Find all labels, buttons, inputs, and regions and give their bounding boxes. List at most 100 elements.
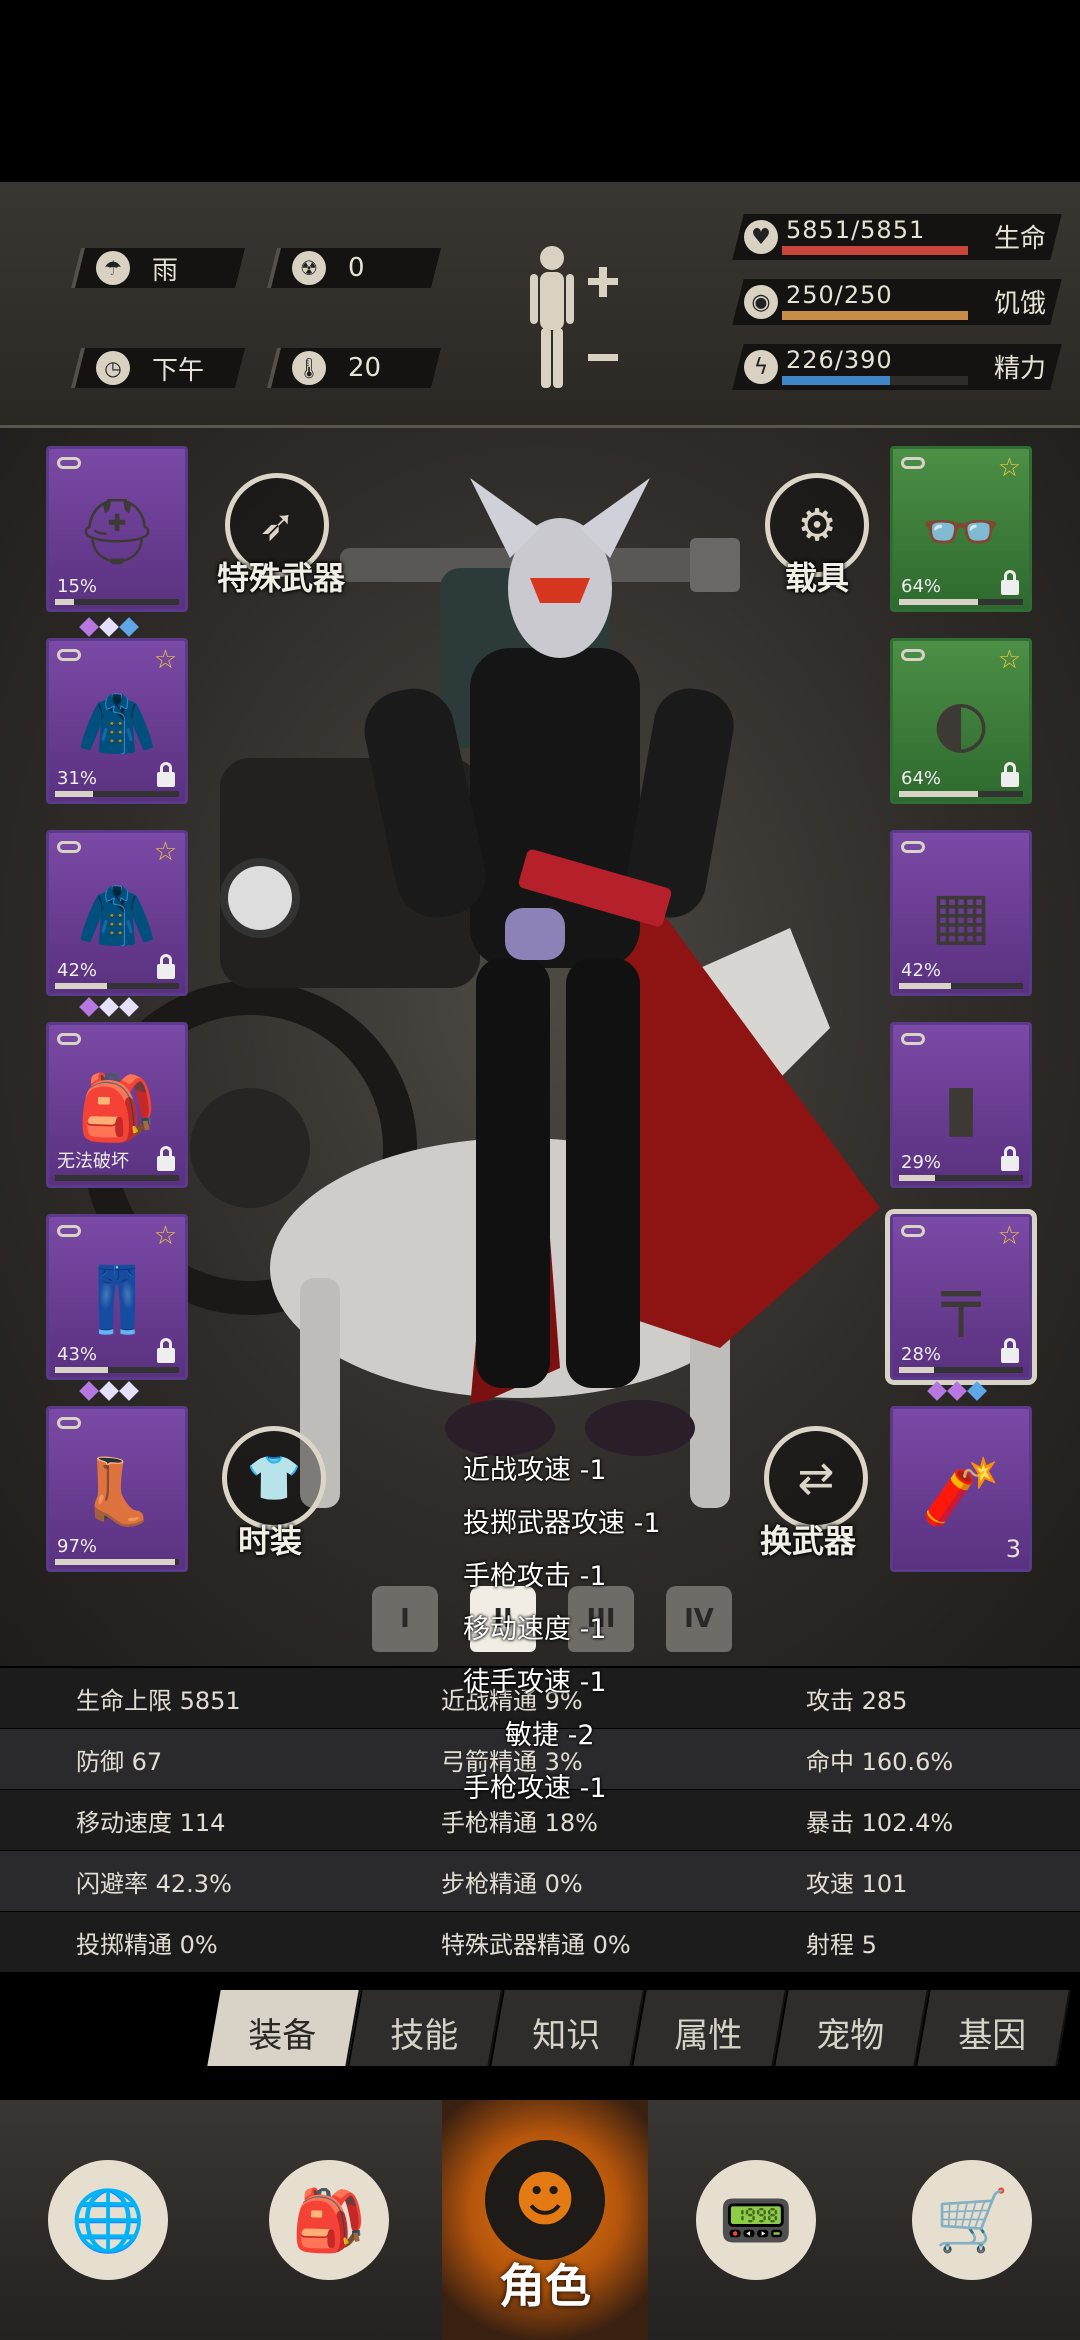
radio-icon: 📟 (696, 2160, 816, 2280)
equip-slot-boots[interactable]: 👢 97% (46, 1406, 188, 1572)
vehicle-label: 载具 (785, 559, 850, 597)
link-icon (901, 1225, 925, 1237)
vital-bar-fill (782, 246, 968, 255)
switch-weapon-button[interactable]: ⇄ (764, 1426, 868, 1530)
body-status-button[interactable] (520, 242, 630, 392)
durability-fill (899, 1175, 935, 1181)
durability-fill (899, 983, 952, 989)
outfit-tab-1[interactable]: I (372, 1586, 438, 1652)
equip-slot-coat[interactable]: ☆ 🧥 42% (46, 830, 188, 996)
debuff-text: 徒手攻速 -1 (463, 1667, 607, 1698)
thermometer-icon: 🌡 (292, 351, 326, 385)
nav-backpack-button[interactable]: 🎒 (216, 2100, 444, 2340)
vital-label: 生命 (994, 224, 1047, 254)
backpack-icon: 🎒 (77, 1071, 157, 1146)
durability-percent: 64% (901, 768, 942, 789)
durability-bar (55, 599, 179, 605)
debuff-text: 敏捷 -2 (505, 1720, 595, 1751)
stats-row: 闪避率 42.3% 步枪精通 0% 攻速 101 (0, 1851, 1080, 1911)
lock-icon (157, 1338, 175, 1363)
lock-icon (1001, 1146, 1019, 1171)
equip-slot-jacket[interactable]: ☆ 🧥 31% (46, 638, 188, 804)
shield-icon: ▮ (943, 1071, 979, 1146)
stat-cell: 暴击 102.4% (806, 1809, 954, 1837)
tab-0[interactable]: 装备 (207, 1990, 361, 2066)
durability-percent: 42% (901, 960, 942, 981)
stat-cell: 生命上限 5851 (76, 1687, 241, 1715)
pants-icon: 👖 (77, 1263, 157, 1338)
equip-slot-helmet[interactable]: ⛑ 15% (46, 446, 188, 612)
nav-character-button[interactable]: ☻ 角色 (442, 2100, 650, 2340)
durability-percent: 64% (901, 576, 942, 597)
boots-icon: 👢 (77, 1455, 157, 1530)
lock-icon (1001, 570, 1019, 595)
durability-bar (55, 1175, 179, 1181)
stat-cell: 特殊武器精通 0% (441, 1931, 631, 1959)
stat-cell: 闪避率 42.3% (76, 1870, 232, 1898)
backpack-icon: 🎒 (269, 2160, 389, 2280)
link-icon (901, 841, 925, 853)
stat-cell: 攻速 101 (806, 1870, 908, 1898)
cart-icon: 🛒 (912, 2160, 1032, 2280)
pistol-icon: ╤ (941, 1263, 981, 1338)
tab-label: 装备 (248, 2016, 317, 2056)
vital-row-1: ◉ 250/250 饥饿 (728, 279, 1062, 325)
tab-4[interactable]: 宠物 (775, 1990, 929, 2066)
vital-row-2: ϟ 226/390 精力 (728, 344, 1062, 390)
socket-gems (79, 997, 139, 1017)
gem-icon (99, 1381, 119, 1401)
nav-map-globe-button[interactable]: 🌐 (0, 2100, 218, 2340)
equip-slot-shield[interactable]: ▮ 29% (890, 1022, 1032, 1188)
gem-icon (927, 1381, 947, 1401)
link-icon (57, 841, 81, 853)
temperature-value: 20 (348, 353, 382, 383)
nav-cart-button[interactable]: 🛒 (864, 2100, 1080, 2340)
equip-slot-vest[interactable]: ▦ 42% (890, 830, 1032, 996)
outfit-tab-4[interactable]: IV (666, 1586, 732, 1652)
link-icon (901, 649, 925, 661)
nav-radio-button[interactable]: 📟 (648, 2100, 866, 2340)
durability-bar (55, 1559, 179, 1565)
tab-1[interactable]: 技能 (349, 1990, 503, 2066)
tab-2[interactable]: 知识 (491, 1990, 645, 2066)
weather-value: 雨 (152, 255, 179, 286)
durability-bar (899, 983, 1023, 989)
stat-cell: 步枪精通 0% (441, 1870, 583, 1898)
durability-bar (55, 983, 179, 989)
lock-icon (1001, 1338, 1019, 1363)
vital-label: 饥饿 (994, 289, 1047, 319)
durability-percent: 42% (57, 960, 98, 981)
equip-slot-mask[interactable]: ☆ ◐ 64% (890, 638, 1032, 804)
equip-slot-dynamite[interactable]: 🧨 3 (890, 1406, 1032, 1572)
vital-row-0: ♥ 5851/5851 生命 (728, 214, 1062, 260)
durability-fill (899, 599, 979, 605)
item-count: 3 (1005, 1535, 1021, 1563)
stat-cell: 防御 67 (76, 1748, 163, 1776)
tshirt-icon: 👕 (246, 1453, 302, 1504)
tab-label: 属性 (674, 2016, 743, 2056)
equip-slot-glasses[interactable]: ☆ 👓 64% (890, 446, 1032, 612)
clock-icon: ◷ (96, 351, 130, 385)
gem-icon (119, 1381, 139, 1401)
rain-cloud-icon: ☂ (96, 251, 130, 285)
stat-cell: 攻击 285 (806, 1687, 908, 1715)
tab-label: 基因 (958, 2016, 1027, 2056)
debuff-text: 近战攻速 -1 (463, 1455, 607, 1486)
durability-percent: 97% (57, 1536, 98, 1557)
fashion-button[interactable]: 👕 (222, 1426, 326, 1530)
vital-label: 精力 (994, 354, 1047, 384)
tab-3[interactable]: 属性 (633, 1990, 787, 2066)
equip-slot-pants[interactable]: ☆ 👖 43% (46, 1214, 188, 1380)
stat-cell: 投掷精通 0% (76, 1931, 218, 1959)
durability-percent: 15% (57, 576, 98, 597)
special-weapon-label: 特殊武器 (217, 559, 346, 597)
tab-5[interactable]: 基因 (917, 1990, 1071, 2066)
radiation-indicator: ☢ 0 (267, 248, 441, 288)
energy-icon: ϟ (744, 350, 778, 384)
vital-bar (782, 311, 968, 320)
equip-slot-pistol[interactable]: ☆ ╤ 28% (885, 1209, 1037, 1385)
vital-value: 226/390 (786, 346, 893, 374)
equip-slot-backpack[interactable]: 🎒 无法破坏 (46, 1022, 188, 1188)
stomach-icon: ◉ (744, 285, 778, 319)
stat-cell: 命中 160.6% (806, 1748, 954, 1776)
